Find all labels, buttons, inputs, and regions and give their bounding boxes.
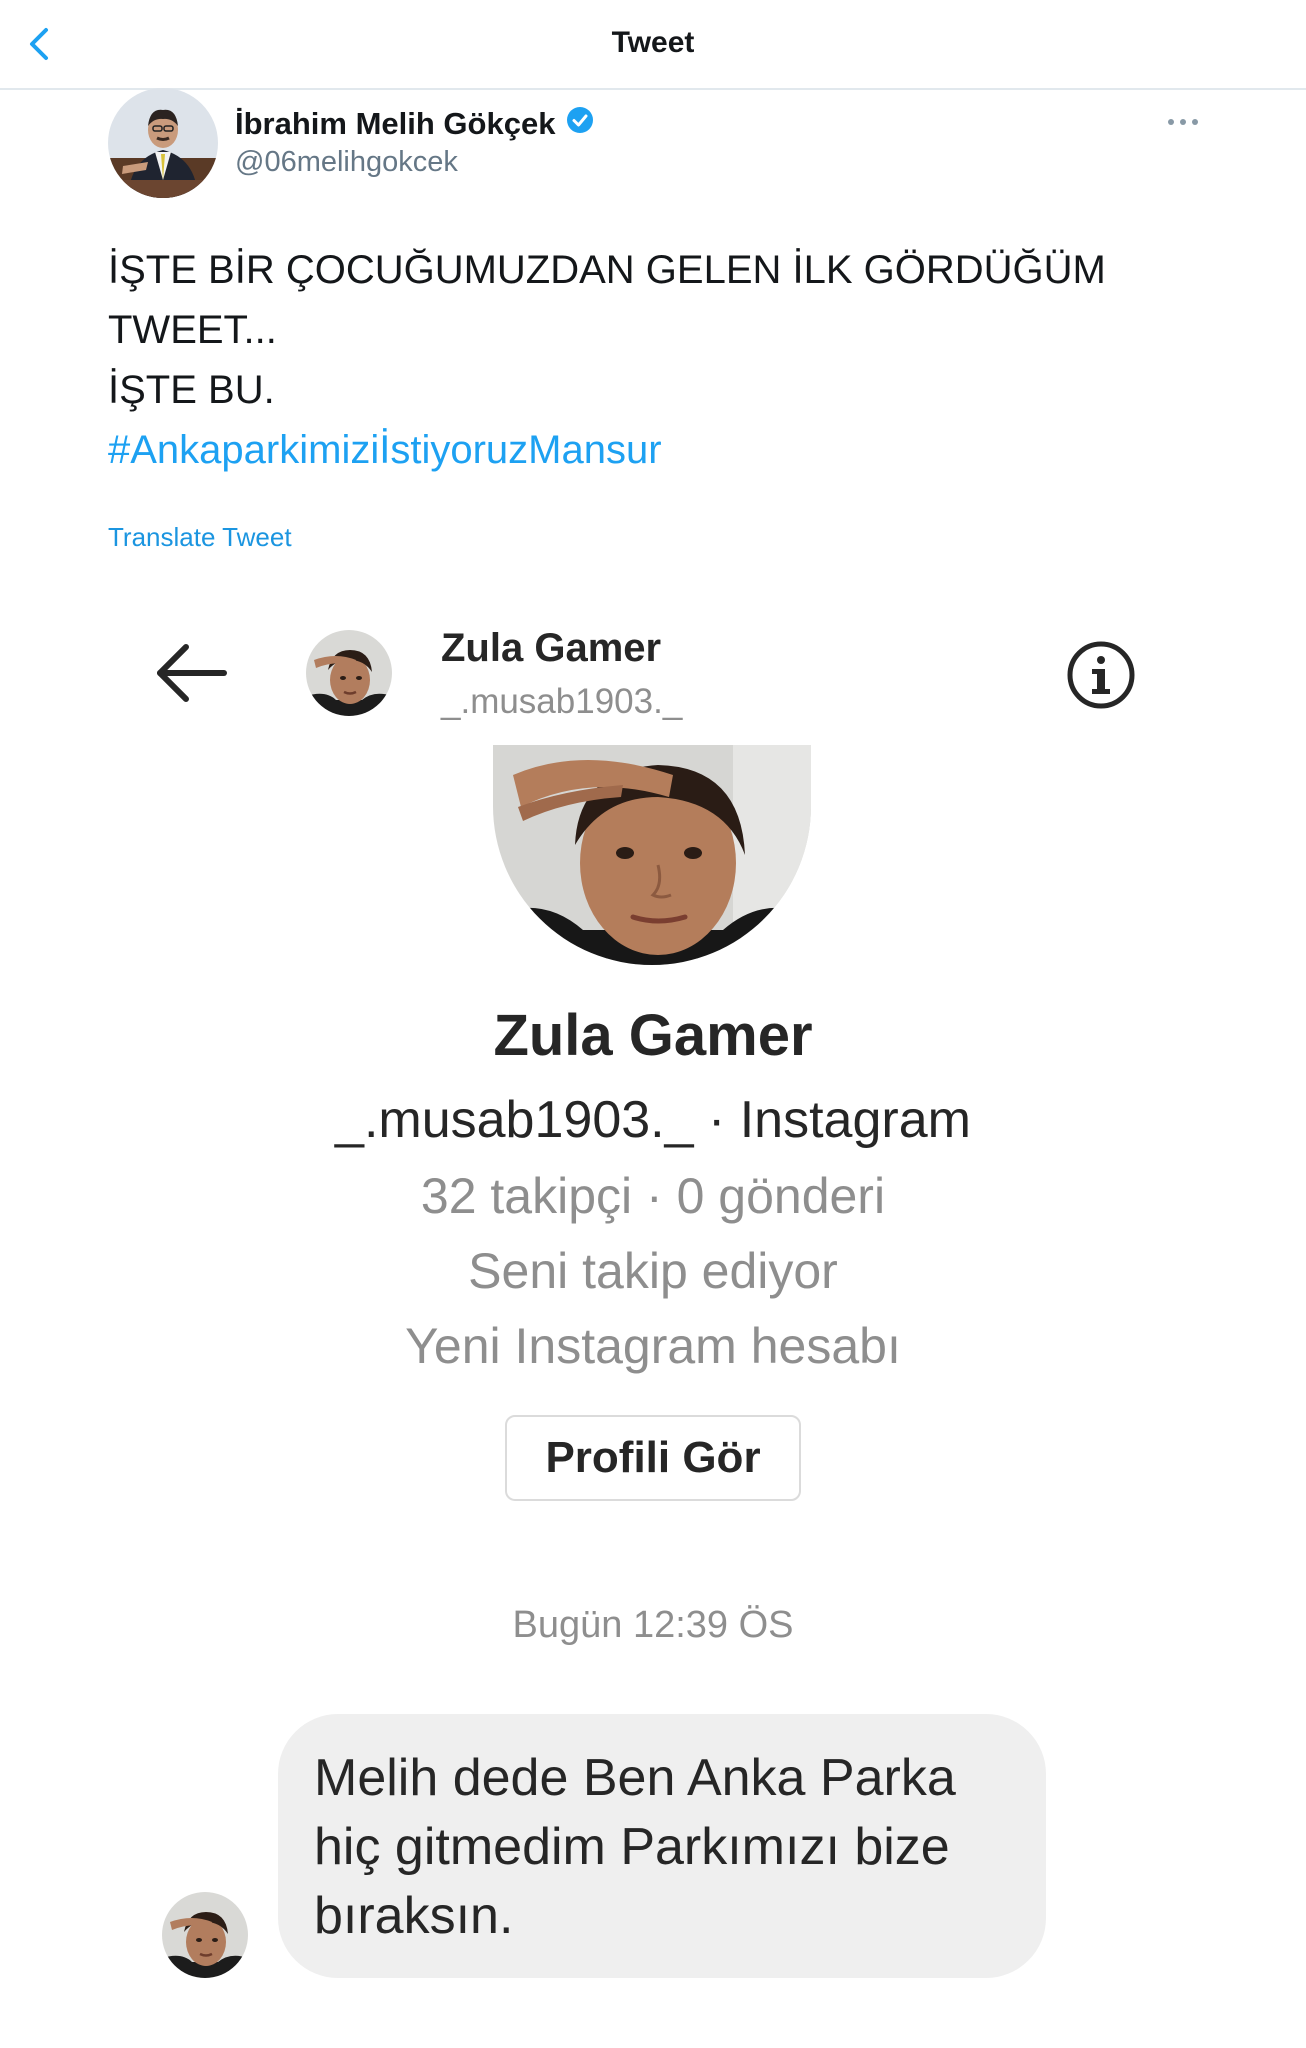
message-line: hiç gitmedim Parkımızı bize [314,1818,950,1876]
top-bar: Tweet [0,0,1306,90]
message-sender-avatar [162,1892,248,1978]
author-name[interactable]: İbrahim Melih Gökçek [235,105,595,143]
tweet-text-line: İŞTE BİR ÇOCUĞUMUZDAN GELEN İLK GÖRDÜĞÜM [108,248,1106,292]
follows-you-label: Seni takip ediyor [468,1243,838,1299]
dm-header-name: Zula Gamer [441,626,662,670]
more-dots-icon[interactable] [1165,112,1201,132]
author-handle: @06melihgokcek [235,146,458,178]
arrow-left-icon [152,638,232,708]
profile-stats: 32 takipçi · 0 gönderi [420,1168,886,1224]
author-avatar[interactable] [108,88,218,198]
message-line: bıraksın. [314,1887,514,1945]
verified-badge-icon [565,105,595,143]
author-name-label: İbrahim Melih Gökçek [235,106,556,141]
tweet-text-line: İŞTE BU. [108,368,275,412]
hashtag-link[interactable]: #AnkaparkimiziİstiyoruzMansur [108,420,1228,480]
attached-image[interactable]: Zula Gamer _.musab1903._ Zula Gamer _.mu… [0,600,1306,2048]
profile-avatar [493,745,811,965]
message-timestamp: Bugün 12:39 ÖS [512,1604,794,1646]
new-account-label: Yeni Instagram hesabı [405,1318,901,1374]
info-icon [1064,638,1138,712]
tweet-text: İŞTE BİR ÇOCUĞUMUZDAN GELEN İLK GÖRDÜĞÜM… [108,240,1228,480]
dm-header-avatar [306,630,392,716]
profile-name: Zula Gamer [493,1003,813,1068]
view-profile-button: Profili Gör [505,1415,801,1501]
message-line: Melih dede Ben Anka Parka [314,1749,956,1807]
page-title: Tweet [611,26,695,59]
translate-tweet-link[interactable]: Translate Tweet [108,522,292,553]
dm-header-username: _.musab1903._ [441,682,683,721]
message-bubble: Melih dede Ben Anka Parka hiç gitmedim P… [278,1714,1046,1978]
profile-subtitle: _.musab1903._ · Instagram [335,1091,971,1149]
tweet-text-line: TWEET... [108,308,277,352]
